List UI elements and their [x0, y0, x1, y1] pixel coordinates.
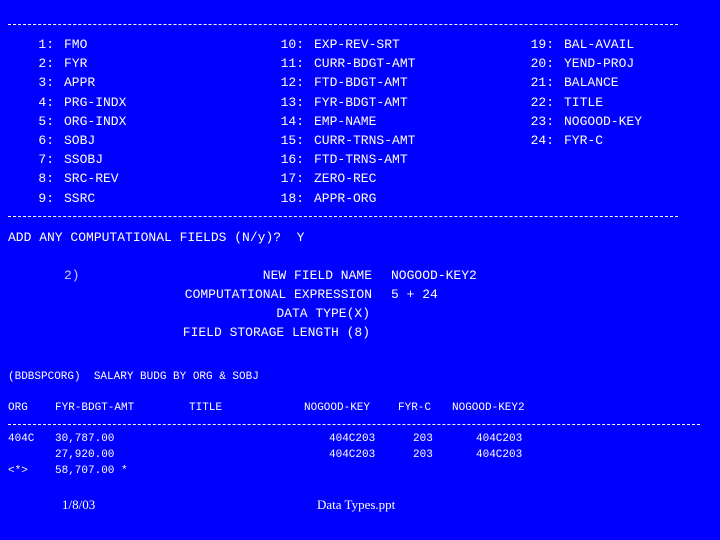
footer-filename: Data Types.ppt — [317, 497, 396, 512]
cell-fyr-c: 203 — [413, 433, 433, 445]
field-item: 24: FYR-C — [530, 133, 604, 148]
field-item: 19: BAL-AVAIL — [530, 37, 635, 52]
field-item: 14: EMP-NAME — [280, 114, 377, 129]
bottom-separator — [8, 216, 678, 217]
field-item: 7: SSOBJ — [38, 152, 104, 167]
field-item: 17: ZERO-REC — [280, 171, 377, 186]
computational-expression-label: COMPUTATIONAL EXPRESSION — [184, 287, 372, 302]
report-title: (BDBSPCORG) SALARY BUDG BY ORG & SOBJ — [8, 371, 259, 383]
field-item: 9: SSRC — [38, 191, 96, 206]
computational-expression-input[interactable]: 5 + 24 — [391, 285, 438, 304]
cell-amt: 27,920.00 — [55, 449, 115, 461]
total-amt: 58,707.00 * — [55, 465, 128, 477]
new-field-name-label: NEW FIELD NAME — [262, 268, 372, 283]
field-item: 20: YEND-PROJ — [530, 56, 635, 71]
footer-date: 1/8/03 — [62, 497, 96, 512]
column-header-fyr-c: FYR-C — [398, 402, 432, 414]
field-item: 23: NOGOOD-KEY — [530, 114, 643, 129]
field-item: 22: TITLE — [530, 95, 604, 110]
field-item: 5: ORG-INDX — [38, 114, 127, 129]
computational-fields-prompt: ADD ANY COMPUTATIONAL FIELDS (N/y)? Y — [8, 228, 304, 247]
column-header-nogood-key2: NOGOOD-KEY2 — [452, 402, 525, 414]
cell-nogood-key: 404C203 — [329, 449, 376, 461]
report-separator — [8, 424, 700, 425]
column-header-fyr-bdgt-amt: FYR-BDGT-AMT — [55, 402, 135, 414]
column-header-org: ORG — [8, 402, 28, 414]
field-item: 10: EXP-REV-SRT — [280, 37, 400, 52]
field-item: 6: SOBJ — [38, 133, 96, 148]
data-type-label: DATA TYPE(X) — [276, 306, 370, 321]
field-item: 12: FTD-BDGT-AMT — [280, 75, 408, 90]
prompt-question: ADD ANY COMPUTATIONAL FIELDS (N/y)? — [8, 230, 282, 245]
field-item: 11: CURR-BDGT-AMT — [280, 56, 416, 71]
computed-field-index: 2) — [64, 268, 80, 283]
column-header-title: TITLE — [189, 402, 223, 414]
cell-nogood-key: 404C203 — [329, 433, 376, 445]
field-item: 3: APPR — [38, 75, 96, 90]
field-item: 2: FYR — [38, 56, 88, 71]
cell-nogood-key2: 404C203 — [476, 449, 523, 461]
field-item: 15: CURR-TRNS-AMT — [280, 133, 416, 148]
column-header-nogood-key: NOGOOD-KEY — [304, 402, 371, 414]
field-item: 18: APPR-ORG — [280, 191, 377, 206]
cell-org: 404C — [8, 433, 35, 445]
cell-fyr-c: 203 — [413, 449, 433, 461]
new-field-name-input[interactable]: NOGOOD-KEY2 — [391, 266, 477, 285]
field-storage-length-label: FIELD STORAGE LENGTH (8) — [182, 325, 370, 340]
field-item: 4: PRG-INDX — [38, 95, 127, 110]
field-item: 13: FYR-BDGT-AMT — [280, 95, 408, 110]
field-item: 8: SRC-REV — [38, 171, 119, 186]
top-separator — [8, 24, 678, 25]
total-org: <*> — [8, 465, 28, 477]
field-item: 1: FMO — [38, 37, 88, 52]
cell-nogood-key2: 404C203 — [476, 433, 523, 445]
field-item: 16: FTD-TRNS-AMT — [280, 152, 408, 167]
field-item: 21: BALANCE — [530, 75, 619, 90]
prompt-answer-input[interactable]: Y — [297, 230, 305, 245]
cell-amt: 30,787.00 — [55, 433, 115, 445]
